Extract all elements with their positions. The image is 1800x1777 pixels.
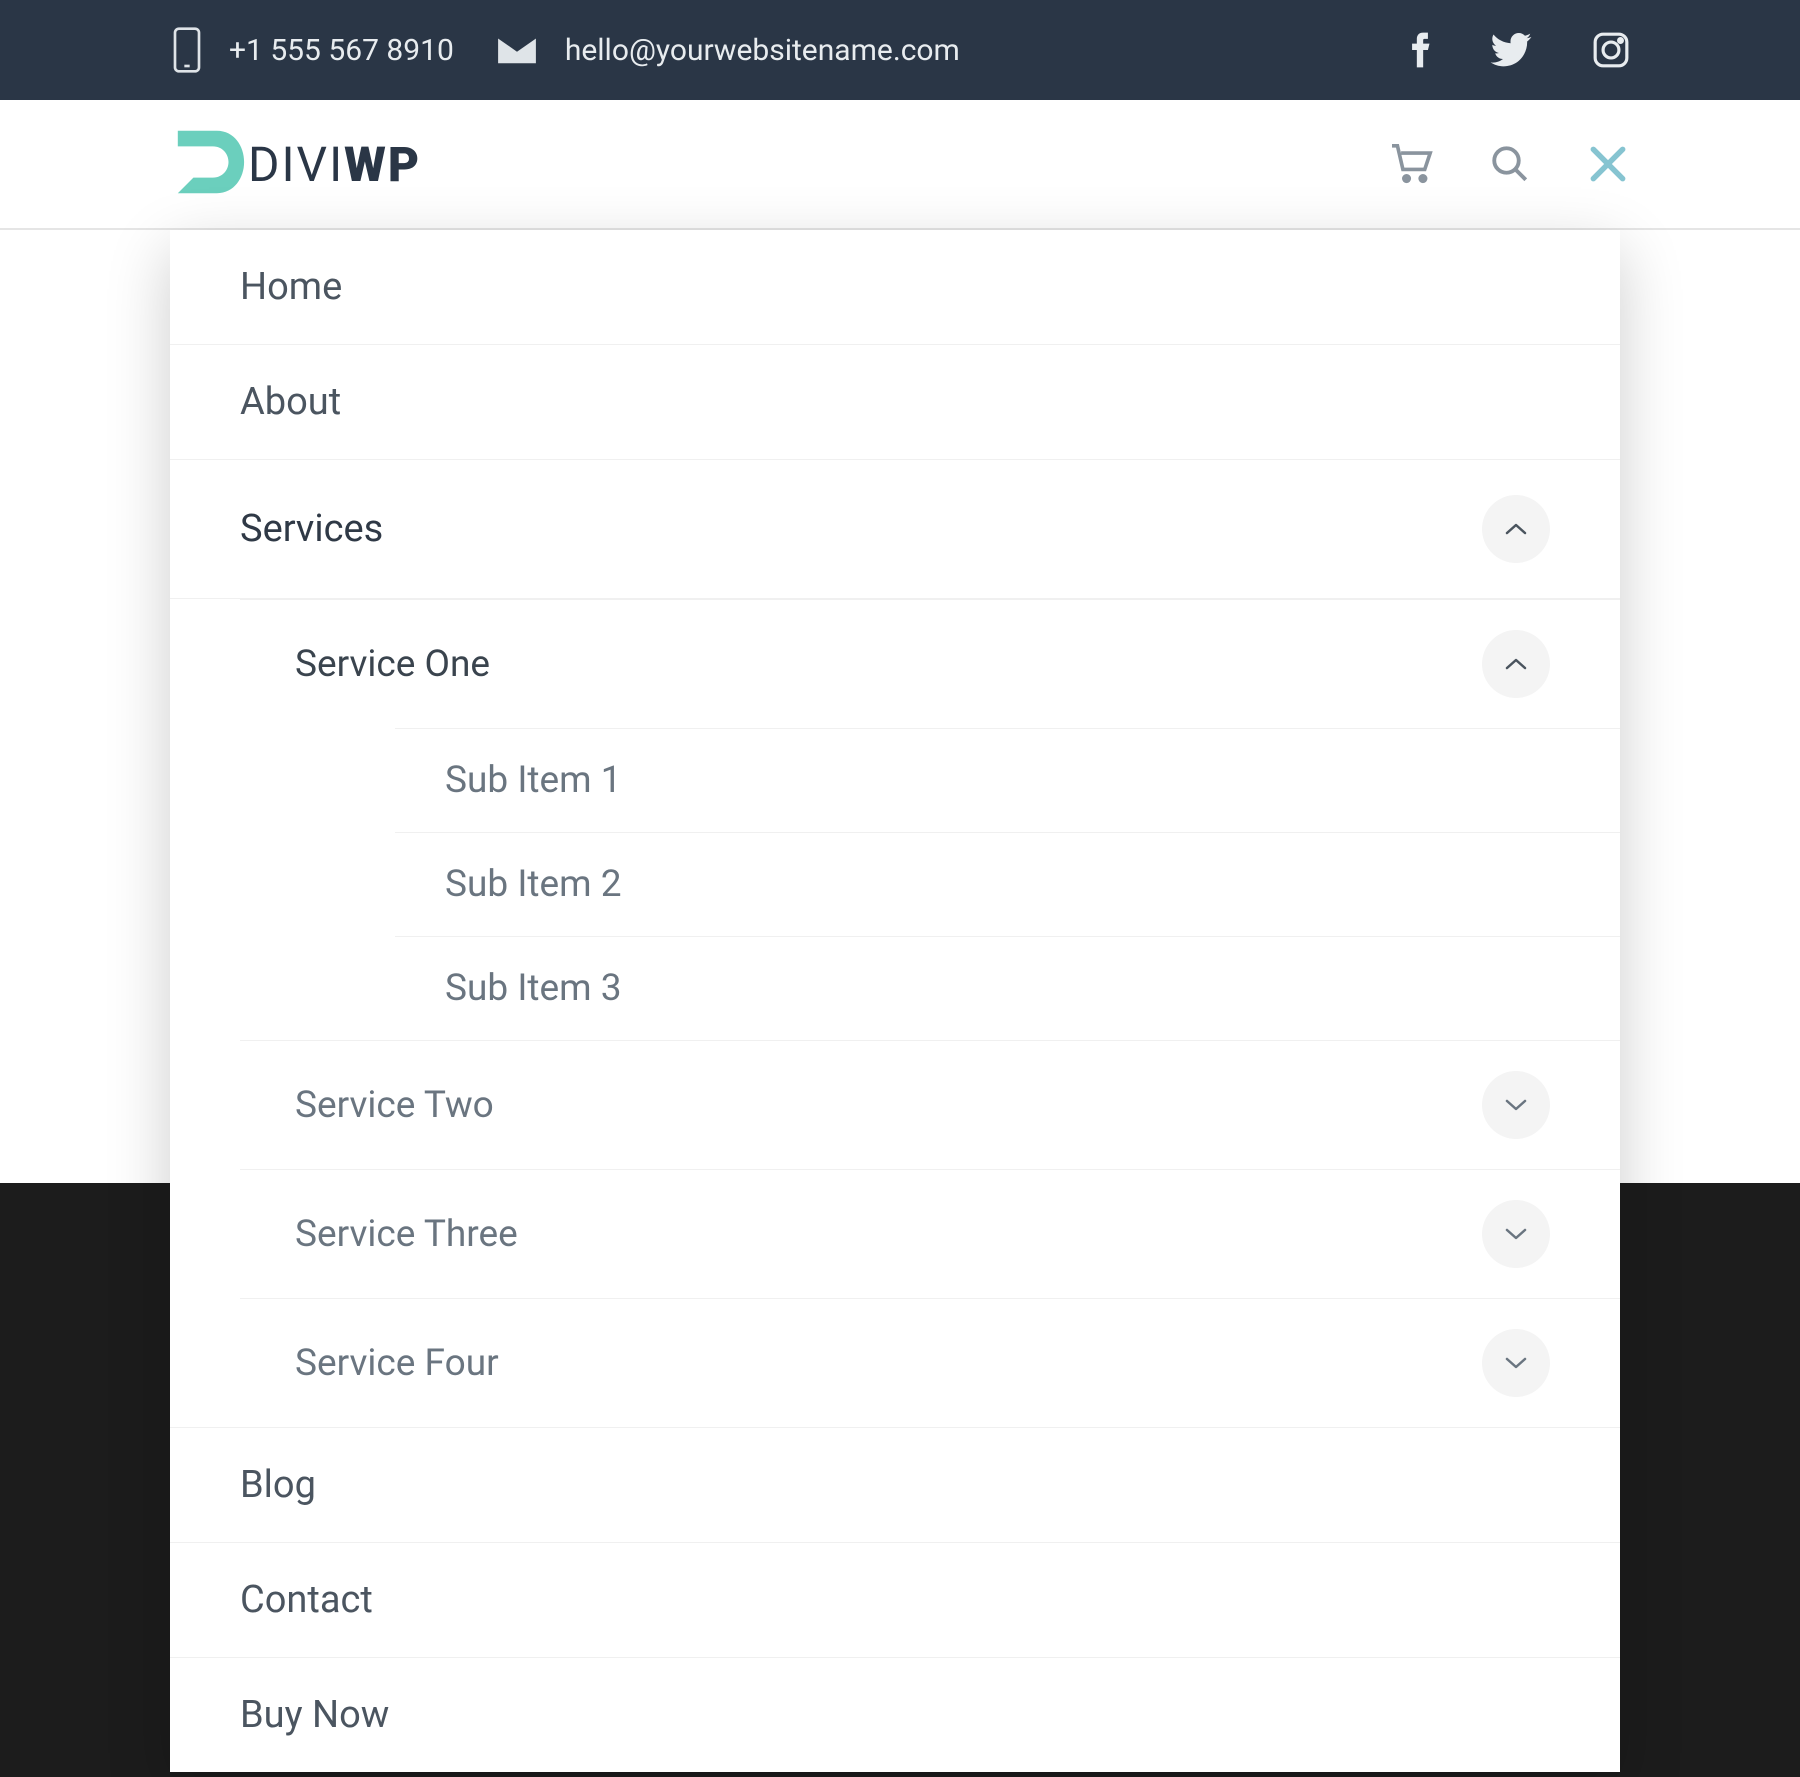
menu-item-label: About — [240, 380, 341, 424]
email-item[interactable]: hello@yourwebsitename.com — [494, 33, 960, 68]
instagram-icon[interactable] — [1592, 31, 1630, 69]
menu-item-service-three[interactable]: Service Three — [240, 1169, 1620, 1298]
menu-item-service-two[interactable]: Service Two — [240, 1040, 1620, 1169]
menu-item-label: Home — [240, 265, 342, 309]
menu-item-about[interactable]: About — [170, 345, 1620, 460]
logo-d-icon — [170, 123, 248, 205]
chevron-down-icon[interactable] — [1482, 1329, 1550, 1397]
menu-item-sub1[interactable]: Sub Item 1 — [395, 728, 1620, 832]
menu-item-home[interactable]: Home — [170, 230, 1620, 345]
topbar-left: +1 555 567 8910 hello@yourwebsitename.co… — [170, 26, 960, 74]
menu-item-label: Service Two — [295, 1084, 494, 1127]
phone-item[interactable]: +1 555 567 8910 — [170, 26, 454, 74]
submenu-services: Service One Sub Item 1 Sub Item 2 Sub It… — [240, 599, 1620, 1427]
menu-item-service-four[interactable]: Service Four — [240, 1298, 1620, 1427]
menu-item-label: Contact — [240, 1578, 373, 1622]
header: DIVIWP — [0, 100, 1800, 230]
chevron-up-icon[interactable] — [1482, 630, 1550, 698]
menu-item-label: Sub Item 1 — [445, 759, 622, 802]
mobile-menu: Home About Services Service One Sub Item… — [170, 230, 1620, 1772]
email-icon — [494, 33, 540, 67]
logo[interactable]: DIVIWP — [170, 123, 421, 205]
menu-item-sub3[interactable]: Sub Item 3 — [395, 936, 1620, 1040]
close-icon[interactable] — [1586, 142, 1630, 186]
menu-item-sub2[interactable]: Sub Item 2 — [395, 832, 1620, 936]
menu-item-contact[interactable]: Contact — [170, 1543, 1620, 1658]
menu-item-label: Buy Now — [240, 1693, 389, 1737]
menu-item-label: Sub Item 2 — [445, 863, 622, 906]
topbar: +1 555 567 8910 hello@yourwebsitename.co… — [0, 0, 1800, 100]
chevron-down-icon[interactable] — [1482, 1071, 1550, 1139]
menu-item-service-one[interactable]: Service One — [240, 599, 1620, 728]
chevron-down-icon[interactable] — [1482, 1200, 1550, 1268]
phone-icon — [170, 26, 204, 74]
cart-icon[interactable] — [1390, 144, 1434, 184]
menu-item-label: Sub Item 3 — [445, 967, 622, 1010]
menu-item-label: Services — [240, 507, 383, 551]
header-icons — [1390, 142, 1630, 186]
menu-item-label: Service One — [295, 643, 490, 686]
facebook-icon[interactable] — [1410, 31, 1430, 69]
menu-item-services[interactable]: Services — [170, 460, 1620, 599]
search-icon[interactable] — [1489, 143, 1531, 185]
menu-item-label: Service Three — [295, 1213, 518, 1256]
menu-item-buy-now[interactable]: Buy Now — [170, 1658, 1620, 1772]
submenu-service-one: Sub Item 1 Sub Item 2 Sub Item 3 — [395, 728, 1620, 1040]
phone-text: +1 555 567 8910 — [229, 33, 454, 68]
topbar-social — [1410, 31, 1630, 69]
twitter-icon[interactable] — [1490, 33, 1532, 67]
menu-item-label: Service Four — [295, 1342, 499, 1385]
email-text: hello@yourwebsitename.com — [565, 33, 960, 68]
chevron-up-icon[interactable] — [1482, 495, 1550, 563]
logo-text: DIVIWP — [248, 136, 421, 193]
menu-item-blog[interactable]: Blog — [170, 1427, 1620, 1543]
menu-item-label: Blog — [240, 1463, 316, 1507]
